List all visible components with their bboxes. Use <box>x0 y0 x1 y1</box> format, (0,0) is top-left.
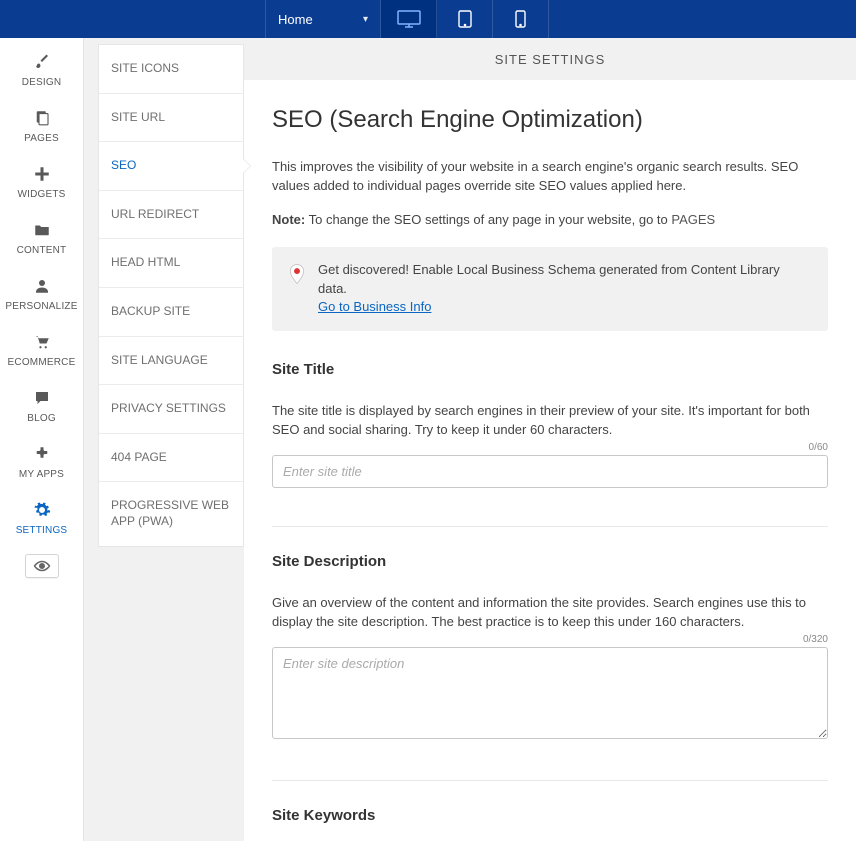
sidebar-item-label: WIDGETS <box>17 189 65 200</box>
subnav-item-privacy-settings[interactable]: PRIVACY SETTINGS <box>99 385 243 434</box>
site-description-counter: 0/320 <box>272 634 828 645</box>
subnav-item-backup-site[interactable]: BACKUP SITE <box>99 288 243 337</box>
site-title-heading: Site Title <box>272 361 828 378</box>
site-description-heading: Site Description <box>272 553 828 570</box>
sidebar-item-content[interactable]: CONTENT <box>0 210 83 266</box>
subnav-item-404-page[interactable]: 404 PAGE <box>99 434 243 483</box>
page-title: SEO (Search Engine Optimization) <box>272 106 828 134</box>
eye-icon <box>33 560 51 572</box>
subnav-item-site-language[interactable]: SITE LANGUAGE <box>99 337 243 386</box>
tablet-icon <box>458 10 472 28</box>
sidebar-item-pages[interactable]: PAGES <box>0 98 83 154</box>
topbar: Home ▾ <box>0 0 856 38</box>
panel-header-title: SITE SETTINGS <box>495 52 606 67</box>
site-description-section: Site Description Give an overview of the… <box>272 553 828 742</box>
mobile-icon <box>515 10 526 28</box>
plus-icon <box>33 165 51 183</box>
sidebar-item-label: BLOG <box>27 413 56 424</box>
desktop-icon <box>397 10 421 28</box>
subnav-item-site-url[interactable]: SITE URL <box>99 94 243 143</box>
cart-icon <box>33 333 51 351</box>
subnav-item-url-redirect[interactable]: URL REDIRECT <box>99 191 243 240</box>
brush-icon <box>33 53 51 71</box>
left-sidebar: DESIGN PAGES WIDGETS CONTENT PERSONALIZE… <box>0 38 84 841</box>
note-line: Note: To change the SEO settings of any … <box>272 212 828 227</box>
main-body: SEO (Search Engine Optimization) This im… <box>244 80 856 841</box>
divider <box>272 526 828 527</box>
page-selector[interactable]: Home ▾ <box>265 0 381 38</box>
settings-subnav-wrap: SITE ICONS SITE URL SEO URL REDIRECT HEA… <box>84 38 244 841</box>
person-icon <box>33 277 51 295</box>
sidebar-item-label: CONTENT <box>17 245 67 256</box>
chat-icon <box>33 389 51 407</box>
gear-icon <box>33 501 51 519</box>
site-title-desc: The site title is displayed by search en… <box>272 402 828 440</box>
sidebar-item-settings[interactable]: SETTINGS <box>0 490 83 546</box>
sidebar-item-label: PAGES <box>24 133 59 144</box>
pages-link[interactable]: PAGES <box>671 212 715 227</box>
subnav-item-pwa[interactable]: PROGRESSIVE WEB APP (PWA) <box>99 482 243 545</box>
site-title-counter: 0/60 <box>272 442 828 453</box>
device-mobile-button[interactable] <box>493 0 549 38</box>
page-selector-label: Home <box>278 12 313 27</box>
site-keywords-heading: Site Keywords <box>272 807 828 824</box>
sidebar-item-personalize[interactable]: PERSONALIZE <box>0 266 83 322</box>
business-info-link[interactable]: Go to Business Info <box>318 299 431 314</box>
panel-header: SITE SETTINGS <box>244 38 856 80</box>
sidebar-item-label: PERSONALIZE <box>5 301 77 312</box>
subnav-item-head-html[interactable]: HEAD HTML <box>99 239 243 288</box>
site-description-desc: Give an overview of the content and info… <box>272 594 828 632</box>
site-title-section: Site Title The site title is displayed b… <box>272 361 828 488</box>
subnav-item-site-icons[interactable]: SITE ICONS <box>99 45 243 94</box>
device-desktop-button[interactable] <box>381 0 437 38</box>
sidebar-item-label: MY APPS <box>19 469 64 480</box>
note-text: To change the SEO settings of any page i… <box>305 212 671 227</box>
sidebar-item-blog[interactable]: BLOG <box>0 378 83 434</box>
divider <box>272 780 828 781</box>
pages-icon <box>33 109 51 127</box>
map-pin-icon <box>288 263 306 285</box>
sidebar-item-ecommerce[interactable]: ECOMMERCE <box>0 322 83 378</box>
page-intro: This improves the visibility of your web… <box>272 158 828 196</box>
subnav-item-seo[interactable]: SEO <box>99 142 243 191</box>
puzzle-icon <box>33 445 51 463</box>
sidebar-item-myapps[interactable]: MY APPS <box>0 434 83 490</box>
sidebar-item-label: SETTINGS <box>16 525 68 536</box>
sidebar-item-label: ECOMMERCE <box>8 357 76 368</box>
settings-subnav: SITE ICONS SITE URL SEO URL REDIRECT HEA… <box>98 44 244 547</box>
sidebar-item-label: DESIGN <box>22 77 62 88</box>
preview-toggle-button[interactable] <box>25 554 59 578</box>
sidebar-item-widgets[interactable]: WIDGETS <box>0 154 83 210</box>
site-description-input[interactable] <box>272 647 828 739</box>
device-tablet-button[interactable] <box>437 0 493 38</box>
site-keywords-section: Site Keywords These are terms related to… <box>272 807 828 841</box>
main-panel: SITE SETTINGS SEO (Search Engine Optimiz… <box>244 38 856 841</box>
sidebar-item-design[interactable]: DESIGN <box>0 42 83 98</box>
chevron-down-icon: ▾ <box>363 14 368 25</box>
folder-icon <box>33 221 51 239</box>
callout-text: Get discovered! Enable Local Business Sc… <box>318 262 780 296</box>
callout-message: Get discovered! Enable Local Business Sc… <box>318 261 812 318</box>
local-business-callout: Get discovered! Enable Local Business Sc… <box>272 247 828 332</box>
site-title-input[interactable] <box>272 455 828 488</box>
